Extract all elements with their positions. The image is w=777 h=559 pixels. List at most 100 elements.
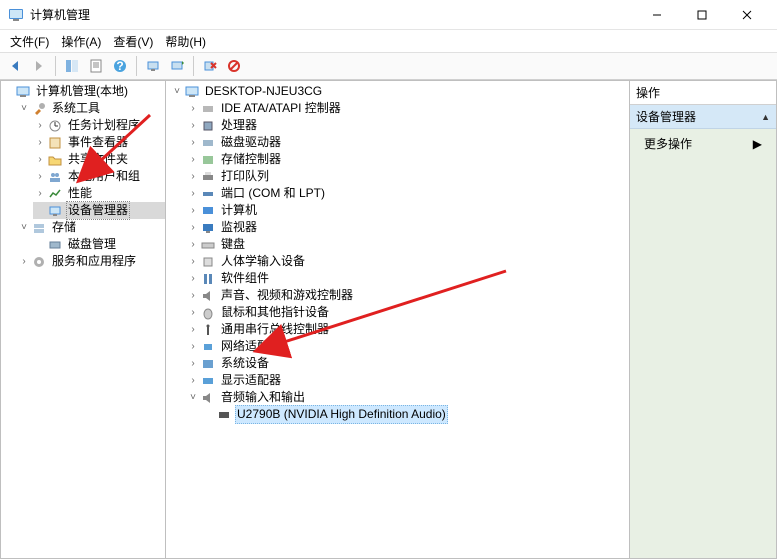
devtree-hid[interactable]: ›人体学输入设备: [186, 253, 629, 270]
actions-body: 更多操作 ▶: [630, 129, 776, 158]
tree-performance[interactable]: ›性能: [33, 185, 165, 202]
hdd-icon: [200, 135, 216, 151]
network-icon: [200, 339, 216, 355]
devtree-print[interactable]: ›打印队列: [186, 168, 629, 185]
disk-icon: [47, 237, 63, 253]
devtree-root[interactable]: ˅DESKTOP-NJEU3CG ›IDE ATA/ATAPI 控制器 ›处理器…: [170, 83, 629, 423]
devtree-display[interactable]: ›显示适配器: [186, 372, 629, 389]
devtree-network[interactable]: ›网络适配器: [186, 338, 629, 355]
computer-icon: [184, 84, 200, 100]
audio-icon: [200, 390, 216, 406]
expand-icon[interactable]: ›: [33, 117, 47, 134]
tree-shared-folders[interactable]: ›共享文件夹: [33, 151, 165, 168]
actions-panel: 操作 设备管理器 ▲ 更多操作 ▶: [629, 80, 777, 559]
tree-task-scheduler[interactable]: ›任务计划程序: [33, 117, 165, 134]
toolbar-sep: [193, 56, 194, 76]
devtree-monitors[interactable]: ›监视器: [186, 219, 629, 236]
hid-icon: [200, 254, 216, 270]
keyboard-icon: [200, 237, 216, 253]
tree-services-apps[interactable]: ›服务和应用程序: [17, 253, 165, 270]
expand-icon[interactable]: ˅: [170, 83, 184, 100]
expand-icon[interactable]: ˅: [186, 389, 200, 406]
services-icon: [31, 254, 47, 270]
scan-hardware-button[interactable]: [142, 55, 164, 77]
menu-file[interactable]: 文件(F): [4, 31, 55, 52]
devtree-system-devices[interactable]: ›系统设备: [186, 355, 629, 372]
folder-share-icon: [47, 152, 63, 168]
monitor-icon: [200, 220, 216, 236]
tree-local-users[interactable]: ›本地用户和组: [33, 168, 165, 185]
menu-action[interactable]: 操作(A): [55, 31, 107, 52]
devtree-ports[interactable]: ›端口 (COM 和 LPT): [186, 185, 629, 202]
devtree-keyboards[interactable]: ›键盘: [186, 236, 629, 253]
devtree-ide[interactable]: ›IDE ATA/ATAPI 控制器: [186, 100, 629, 117]
actions-more[interactable]: 更多操作 ▶: [634, 132, 772, 155]
devmgr-icon: [47, 203, 63, 219]
event-icon: [47, 135, 63, 151]
menu-help[interactable]: 帮助(H): [159, 31, 212, 52]
tree-disk-mgmt[interactable]: ·磁盘管理: [33, 236, 165, 253]
svg-text:?: ?: [116, 59, 123, 73]
device-tree[interactable]: ˅DESKTOP-NJEU3CG ›IDE ATA/ATAPI 控制器 ›处理器…: [166, 81, 629, 425]
devtree-disk-drives[interactable]: ›磁盘驱动器: [186, 134, 629, 151]
audio-device-icon: [216, 407, 232, 423]
actions-subheader-label: 设备管理器: [636, 108, 696, 125]
expand-icon[interactable]: ˅: [17, 219, 31, 236]
toolbar-sep: [136, 56, 137, 76]
mouse-icon: [200, 305, 216, 321]
devtree-sound-video-game[interactable]: ›声音、视频和游戏控制器: [186, 287, 629, 304]
devtree-storage-ctrl[interactable]: ›存储控制器: [186, 151, 629, 168]
actions-subheader[interactable]: 设备管理器 ▲: [630, 105, 776, 129]
printer-icon: [200, 169, 216, 185]
menu-view[interactable]: 查看(V): [107, 31, 159, 52]
devtree-usb[interactable]: ›通用串行总线控制器: [186, 321, 629, 338]
expand-icon[interactable]: ›: [33, 134, 47, 151]
expand-icon[interactable]: ›: [33, 185, 47, 202]
properties-button[interactable]: [85, 55, 107, 77]
actions-more-label: 更多操作: [644, 135, 692, 152]
mgmt-tree[interactable]: ▾计算机管理(本地) ˅系统工具 ›任务计划程序 ›事件查看器 ›共享文件夹 ›…: [1, 81, 165, 272]
help-button[interactable]: ?: [109, 55, 131, 77]
tree-device-manager[interactable]: ·设备管理器: [33, 202, 165, 219]
tree-root[interactable]: ▾计算机管理(本地) ˅系统工具 ›任务计划程序 ›事件查看器 ›共享文件夹 ›…: [1, 83, 165, 270]
users-icon: [47, 169, 63, 185]
workspace: ▾计算机管理(本地) ˅系统工具 ›任务计划程序 ›事件查看器 ›共享文件夹 ›…: [0, 80, 777, 559]
tools-icon: [31, 101, 47, 117]
expand-icon[interactable]: ˅: [17, 100, 31, 117]
actions-header: 操作: [630, 81, 776, 105]
show-hide-tree-button[interactable]: [61, 55, 83, 77]
pc-icon: [200, 203, 216, 219]
tree-system-tools[interactable]: ˅系统工具 ›任务计划程序 ›事件查看器 ›共享文件夹 ›本地用户和组 ›性能 …: [17, 100, 165, 219]
left-tree-panel: ▾计算机管理(本地) ˅系统工具 ›任务计划程序 ›事件查看器 ›共享文件夹 ›…: [0, 80, 165, 559]
menubar: 文件(F) 操作(A) 查看(V) 帮助(H): [0, 30, 777, 52]
close-button[interactable]: [724, 1, 769, 29]
devtree-audio-io[interactable]: ˅音频输入和输出 ·U2790B (NVIDIA High Definition…: [186, 389, 629, 423]
device-tree-panel: ˅DESKTOP-NJEU3CG ›IDE ATA/ATAPI 控制器 ›处理器…: [165, 80, 629, 559]
expand-icon[interactable]: ›: [33, 151, 47, 168]
devtree-cpu[interactable]: ›处理器: [186, 117, 629, 134]
storage-ctrl-icon: [200, 152, 216, 168]
tree-root-label: 计算机管理(本地): [34, 83, 130, 100]
expand-icon[interactable]: ›: [33, 168, 47, 185]
display-adapter-icon: [200, 373, 216, 389]
tree-storage[interactable]: ˅存储 ·磁盘管理: [17, 219, 165, 253]
maximize-button[interactable]: [679, 1, 724, 29]
toolbar: ?: [0, 52, 777, 80]
tree-event-viewer[interactable]: ›事件查看器: [33, 134, 165, 151]
minimize-button[interactable]: [634, 1, 679, 29]
devtree-audio-device[interactable]: ·U2790B (NVIDIA High Definition Audio): [202, 406, 629, 423]
forward-button[interactable]: [28, 55, 50, 77]
app-icon: [8, 7, 24, 23]
system-icon: [200, 356, 216, 372]
computer-mgmt-icon: [15, 84, 31, 100]
devtree-mice[interactable]: ›鼠标和其他指针设备: [186, 304, 629, 321]
update-driver-button[interactable]: [166, 55, 188, 77]
toolbar-sep: [55, 56, 56, 76]
back-button[interactable]: [4, 55, 26, 77]
disable-button[interactable]: [223, 55, 245, 77]
usb-icon: [200, 322, 216, 338]
uninstall-button[interactable]: [199, 55, 221, 77]
devtree-software[interactable]: ›软件组件: [186, 270, 629, 287]
devtree-computer[interactable]: ›计算机: [186, 202, 629, 219]
expand-icon[interactable]: ›: [17, 253, 31, 270]
